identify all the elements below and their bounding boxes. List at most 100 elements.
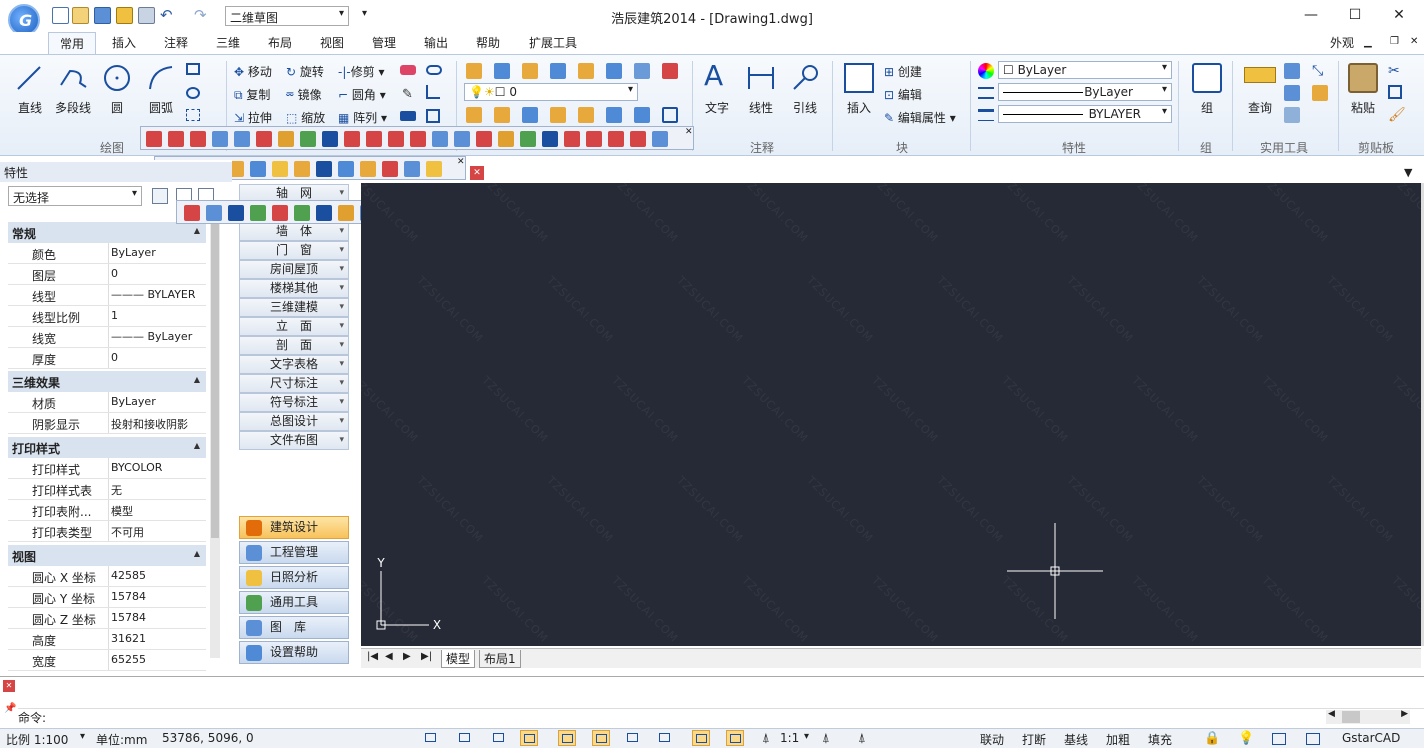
snap-icon[interactable] — [422, 730, 440, 746]
property-value[interactable]: 65255 — [108, 650, 206, 670]
property-value[interactable]: 1 — [108, 306, 206, 326]
fill-toggle[interactable]: 填充 — [1148, 731, 1172, 748]
tab-insert[interactable]: 插入 — [104, 32, 144, 54]
toolbar-tool-icon[interactable] — [206, 205, 222, 221]
close-command-icon[interactable]: ✕ — [3, 680, 15, 692]
close-toolbar-icon[interactable]: ✕ — [685, 127, 693, 137]
tool-menu-item[interactable]: 总图设计 — [239, 412, 349, 431]
layer-freeze-icon[interactable] — [578, 63, 594, 79]
property-row[interactable]: 高度 31621 — [8, 629, 206, 650]
ellipse-icon[interactable] — [186, 87, 200, 99]
toolbar-tool-icon[interactable] — [294, 205, 310, 221]
layer-lock-icon[interactable] — [606, 63, 622, 79]
toolbar-tool-icon[interactable] — [184, 205, 200, 221]
toolbar-tool-icon[interactable] — [344, 131, 360, 147]
properties-section-header[interactable]: 打印样式 — [8, 437, 206, 458]
toolbar-tool-icon[interactable] — [404, 161, 420, 177]
toolbar-tool-icon[interactable] — [366, 131, 382, 147]
toolbar-tool-icon[interactable] — [250, 161, 266, 177]
toolbar-tool-icon[interactable] — [322, 131, 338, 147]
toolbar-tool-icon[interactable] — [454, 131, 470, 147]
point-style-icon[interactable] — [1284, 107, 1300, 123]
properties-scroll-thumb[interactable] — [211, 208, 219, 538]
property-value[interactable]: ——— ByLayer — [108, 327, 206, 347]
property-value[interactable]: 0 — [108, 348, 206, 368]
tool-panel-button[interactable]: 工程管理 — [239, 541, 349, 564]
mdi-restore-icon[interactable]: ❐ — [1390, 36, 1399, 47]
minimize-button[interactable]: — — [1296, 4, 1326, 26]
line-button[interactable]: 直线 — [10, 99, 50, 116]
layer-previous-icon[interactable] — [494, 107, 510, 123]
tab-model[interactable]: 模型 — [441, 650, 476, 668]
arc-button[interactable]: 圆弧 — [144, 99, 178, 116]
toolbar-tool-icon[interactable] — [272, 161, 288, 177]
property-value[interactable]: 不可用 — [108, 521, 206, 541]
next-tab-icon[interactable]: ▶ — [403, 651, 411, 662]
fillet-button[interactable]: ⌐ 圆角 ▾ — [338, 86, 386, 103]
bold-toggle[interactable]: 加粗 — [1106, 731, 1130, 748]
selection-select[interactable]: 无选择 ▾ — [8, 186, 142, 206]
osnap-icon[interactable] — [558, 730, 576, 746]
move-button[interactable]: ✥ 移动 — [234, 63, 272, 80]
property-row[interactable]: 线宽 ——— ByLayer — [8, 327, 206, 348]
break-icon[interactable] — [426, 109, 440, 123]
rectangle-icon[interactable] — [186, 63, 200, 75]
toolbar-tool-icon[interactable] — [338, 205, 354, 221]
polyline-button[interactable]: 多段线 — [50, 99, 96, 116]
insert-button[interactable]: 插入 — [842, 99, 876, 116]
property-value[interactable]: 31621 — [108, 629, 206, 649]
group-button[interactable]: 组 — [1192, 99, 1222, 116]
property-value[interactable]: 无 — [108, 479, 206, 499]
tool-menu-item[interactable]: 房间屋顶 — [239, 260, 349, 279]
paste-button[interactable]: 粘贴 — [1346, 99, 1380, 116]
linear-button[interactable]: 线性 — [744, 99, 778, 116]
linetype-select[interactable]: ByLayer ▾ — [998, 83, 1172, 101]
color-wheel-icon[interactable] — [978, 63, 994, 79]
hatch-icon[interactable] — [186, 109, 200, 121]
ortho-icon[interactable] — [490, 730, 508, 746]
property-value[interactable]: 15784 — [108, 587, 206, 607]
layer-delete-icon[interactable] — [662, 63, 678, 79]
tool-menu-item[interactable]: 剖 面 — [239, 336, 349, 355]
tool-panel-button[interactable]: 设置帮助 — [239, 641, 349, 664]
annotation-scale-dropdown-icon[interactable]: ▾ — [804, 731, 809, 742]
toolbar-tool-icon[interactable] — [426, 161, 442, 177]
clean-screen-icon[interactable] — [1306, 733, 1320, 745]
auto-scale-icon[interactable]: ⍋ — [858, 731, 866, 746]
select-all-icon[interactable] — [1312, 85, 1328, 101]
property-row[interactable]: 阴影显示 投射和接收阴影 — [8, 413, 206, 434]
lock-icon[interactable]: 🔒 — [1204, 731, 1220, 746]
property-row[interactable]: 线型 ——— BYLAYER — [8, 285, 206, 306]
toolbar-tool-icon[interactable] — [586, 131, 602, 147]
drawing-canvas[interactable]: TZSUCAI.COM TZSUCAI.COM TZSUCAI.COM TZSUCAI… — [349, 174, 1424, 646]
tab-output[interactable]: 输出 — [416, 32, 456, 54]
tab-home[interactable]: 常用 — [48, 32, 96, 54]
layer-match-icon[interactable] — [466, 107, 482, 123]
property-row[interactable]: 图层 0 — [8, 264, 206, 285]
first-tab-icon[interactable]: |◀ — [367, 651, 378, 662]
ducs-icon[interactable] — [624, 730, 642, 746]
array-button[interactable]: ▦ 阵列 ▾ — [338, 109, 387, 126]
tool-panel-button[interactable]: 建筑设计 — [239, 516, 349, 539]
toolbar-tool-icon[interactable] — [278, 131, 294, 147]
otrack-icon[interactable] — [592, 730, 610, 746]
tool-panel-button[interactable]: 日照分析 — [239, 566, 349, 589]
toolbar-tool-icon[interactable] — [316, 205, 332, 221]
polar-icon[interactable] — [520, 730, 538, 746]
tab-3d[interactable]: 三维 — [208, 32, 248, 54]
color-select[interactable]: ☐ ByLayer ▾ — [998, 61, 1172, 79]
tool-panel-button[interactable]: 图 库 — [239, 616, 349, 639]
property-row[interactable]: 厚度 0 — [8, 348, 206, 369]
property-value[interactable]: BYCOLOR — [108, 458, 206, 478]
quick-calc-icon[interactable] — [1284, 63, 1300, 79]
layer-select[interactable]: 💡☀☐ 0 ▾ — [464, 83, 638, 101]
toolbar-tool-icon[interactable] — [316, 161, 332, 177]
match-properties-icon[interactable]: 🖌 — [1388, 107, 1406, 123]
toolbar-tool-icon[interactable] — [498, 131, 514, 147]
property-row[interactable]: 圆心 X 坐标 42585 — [8, 566, 206, 587]
offset-icon[interactable] — [400, 111, 416, 121]
tab-layout[interactable]: 布局 — [260, 32, 300, 54]
tool-panel-button[interactable]: 通用工具 — [239, 591, 349, 614]
erase-icon[interactable] — [400, 65, 416, 75]
tab-extensions[interactable]: 扩展工具 — [522, 32, 584, 54]
